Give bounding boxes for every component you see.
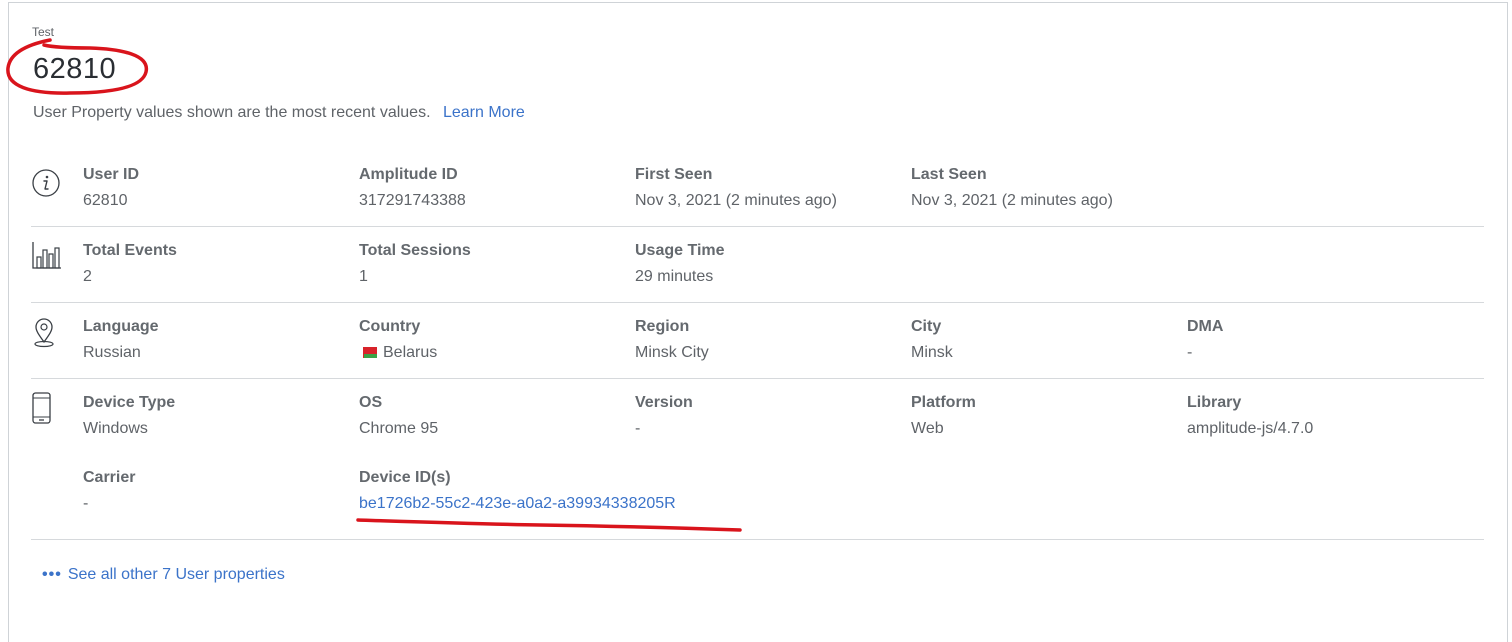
properties-notice: User Property values shown are the most …	[33, 104, 525, 122]
field-label: Last Seen	[911, 166, 987, 183]
last-seen-field: Last Seen Nov 3, 2021 (2 minutes ago)	[911, 166, 1113, 210]
field-label: Amplitude ID	[359, 166, 458, 183]
field-value: -	[83, 495, 89, 512]
field-label: DMA	[1187, 318, 1224, 335]
field-value: Minsk	[911, 344, 953, 361]
mobile-device-icon	[31, 392, 61, 424]
field-label: Total Events	[83, 242, 177, 259]
field-label: Platform	[911, 394, 976, 411]
field-label: Country	[359, 318, 421, 335]
region-field: Region Minsk City	[635, 318, 709, 362]
field-value: Russian	[83, 344, 141, 361]
field-value: -	[1187, 344, 1193, 361]
device-id-link[interactable]: be1726b2-55c2-423e-a0a2-a39934338205R	[359, 495, 676, 513]
field-value: Web	[911, 420, 944, 437]
usage-row: Total Events 2 Total Sessions 1 Usage Ti…	[31, 227, 1484, 303]
amplitude-id-field: Amplitude ID 317291743388	[359, 166, 466, 210]
field-value: Nov 3, 2021 (2 minutes ago)	[911, 192, 1113, 209]
field-label: Device Type	[83, 394, 176, 411]
field-label: OS	[359, 394, 383, 411]
field-label: Device ID(s)	[359, 469, 451, 486]
field-label: First Seen	[635, 166, 713, 183]
field-label: Version	[635, 394, 693, 411]
version-field: Version -	[635, 394, 693, 438]
total-events-field: Total Events 2	[83, 242, 177, 286]
location-pin-icon	[31, 316, 61, 348]
field-value: 29 minutes	[635, 268, 714, 285]
country-field: Country Belarus	[359, 318, 437, 362]
field-label: Usage Time	[635, 242, 725, 259]
field-value: 317291743388	[359, 192, 466, 209]
field-value: 1	[359, 268, 368, 285]
platform-field: Platform Web	[911, 394, 976, 438]
field-value: -	[635, 420, 641, 437]
device-ids-field: Device ID(s) be1726b2-55c2-423e-a0a2-a39…	[359, 469, 676, 513]
info-icon	[31, 168, 61, 198]
country-value: Belarus	[359, 344, 437, 362]
belarus-flag-icon	[359, 347, 377, 358]
field-label: Language	[83, 318, 159, 335]
field-value: Chrome 95	[359, 420, 439, 437]
os-field: OS Chrome 95	[359, 394, 438, 438]
field-value: amplitude-js/4.7.0	[1187, 420, 1314, 437]
library-field: Library amplitude-js/4.7.0	[1187, 394, 1313, 438]
user-title: 62810	[33, 53, 117, 85]
first-seen-field: First Seen Nov 3, 2021 (2 minutes ago)	[635, 166, 837, 210]
see-all-properties-link[interactable]: ••• See all other 7 User properties	[42, 566, 285, 584]
learn-more-link[interactable]: Learn More	[443, 104, 525, 121]
total-sessions-field: Total Sessions 1	[359, 242, 471, 286]
device-row: Device Type Windows OS Chrome 95 Version…	[31, 379, 1484, 540]
field-label: Region	[635, 318, 690, 335]
field-label: Total Sessions	[359, 242, 471, 259]
language-field: Language Russian	[83, 318, 159, 362]
device-type-field: Device Type Windows	[83, 394, 175, 438]
field-value: Nov 3, 2021 (2 minutes ago)	[635, 192, 837, 209]
bar-chart-icon	[31, 240, 61, 270]
field-value: 2	[83, 268, 92, 285]
field-value: Windows	[83, 420, 148, 437]
field-label: Library	[1187, 394, 1242, 411]
dma-field: DMA -	[1187, 318, 1223, 362]
more-dots-icon: •••	[42, 566, 62, 583]
field-label: User ID	[83, 166, 140, 183]
city-field: City Minsk	[911, 318, 953, 362]
project-label: Test	[32, 25, 55, 39]
usage-time-field: Usage Time 29 minutes	[635, 242, 725, 286]
user-id-field: User ID 62810	[83, 166, 139, 210]
field-label: City	[911, 318, 942, 335]
location-row: Language Russian Country Belarus Region …	[31, 303, 1484, 379]
carrier-field: Carrier -	[83, 469, 135, 513]
field-value: 62810	[83, 192, 128, 209]
notice-text: User Property values shown are the most …	[33, 104, 431, 121]
see-all-label: See all other 7 User properties	[67, 566, 285, 583]
field-value: Belarus	[383, 344, 438, 361]
identity-row: User ID 62810 Amplitude ID 317291743388 …	[31, 150, 1484, 227]
field-value: Minsk City	[635, 344, 709, 361]
field-label: Carrier	[83, 469, 136, 486]
